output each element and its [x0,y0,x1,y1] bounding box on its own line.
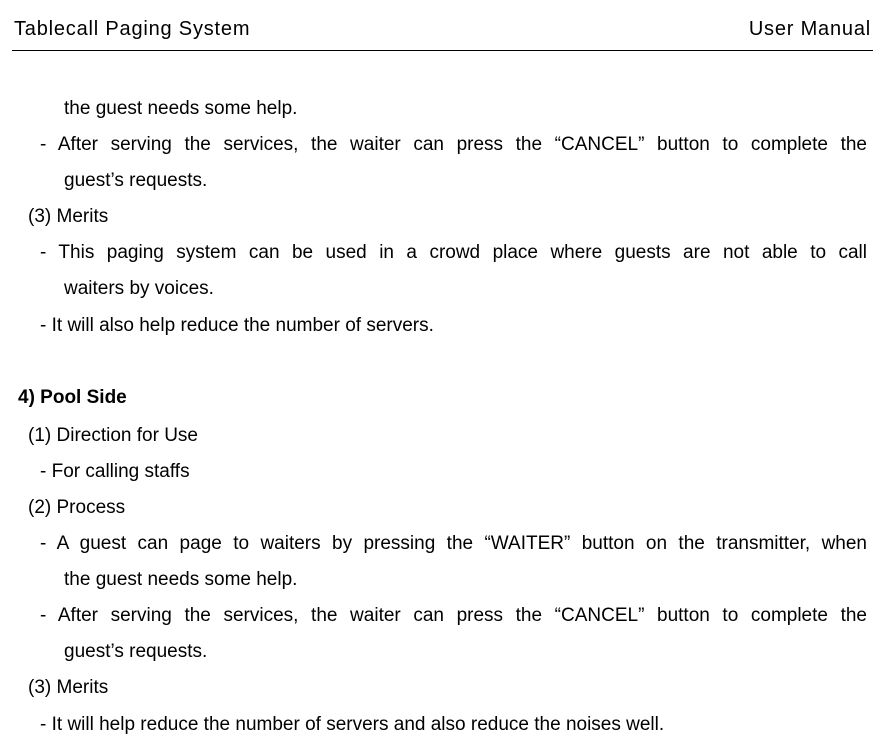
bullet-line: - This paging system can be used in a cr… [18,235,867,271]
continuation-line: waiters by voices. [18,271,867,307]
page-header: Tablecall Paging System User Manual [12,10,873,51]
continuation-line: guest’s requests. [18,163,867,199]
subsection-title: (1) Direction for Use [18,418,867,454]
subsection-title: (3) Merits [18,199,867,235]
bullet-line: - A guest can page to waiters by pressin… [18,526,867,562]
continuation-line: the guest needs some help. [18,562,867,598]
page-content: the guest needs some help. - After servi… [12,91,873,743]
bullet-line: - After serving the services, the waiter… [18,127,867,163]
header-title-left: Tablecall Paging System [14,10,250,48]
subsection-title: (2) Process [18,490,867,526]
bullet-line: - After serving the services, the waiter… [18,598,867,634]
continuation-line: the guest needs some help. [18,91,867,127]
continuation-line: guest’s requests. [18,634,867,670]
header-title-right: User Manual [749,10,871,48]
section-title: 4) Pool Side [18,380,867,416]
bullet-line: - It will also help reduce the number of… [18,308,867,344]
bullet-line: - For calling staffs [18,454,867,490]
bullet-line: - It will help reduce the number of serv… [18,707,867,743]
subsection-title: (3) Merits [18,670,867,706]
